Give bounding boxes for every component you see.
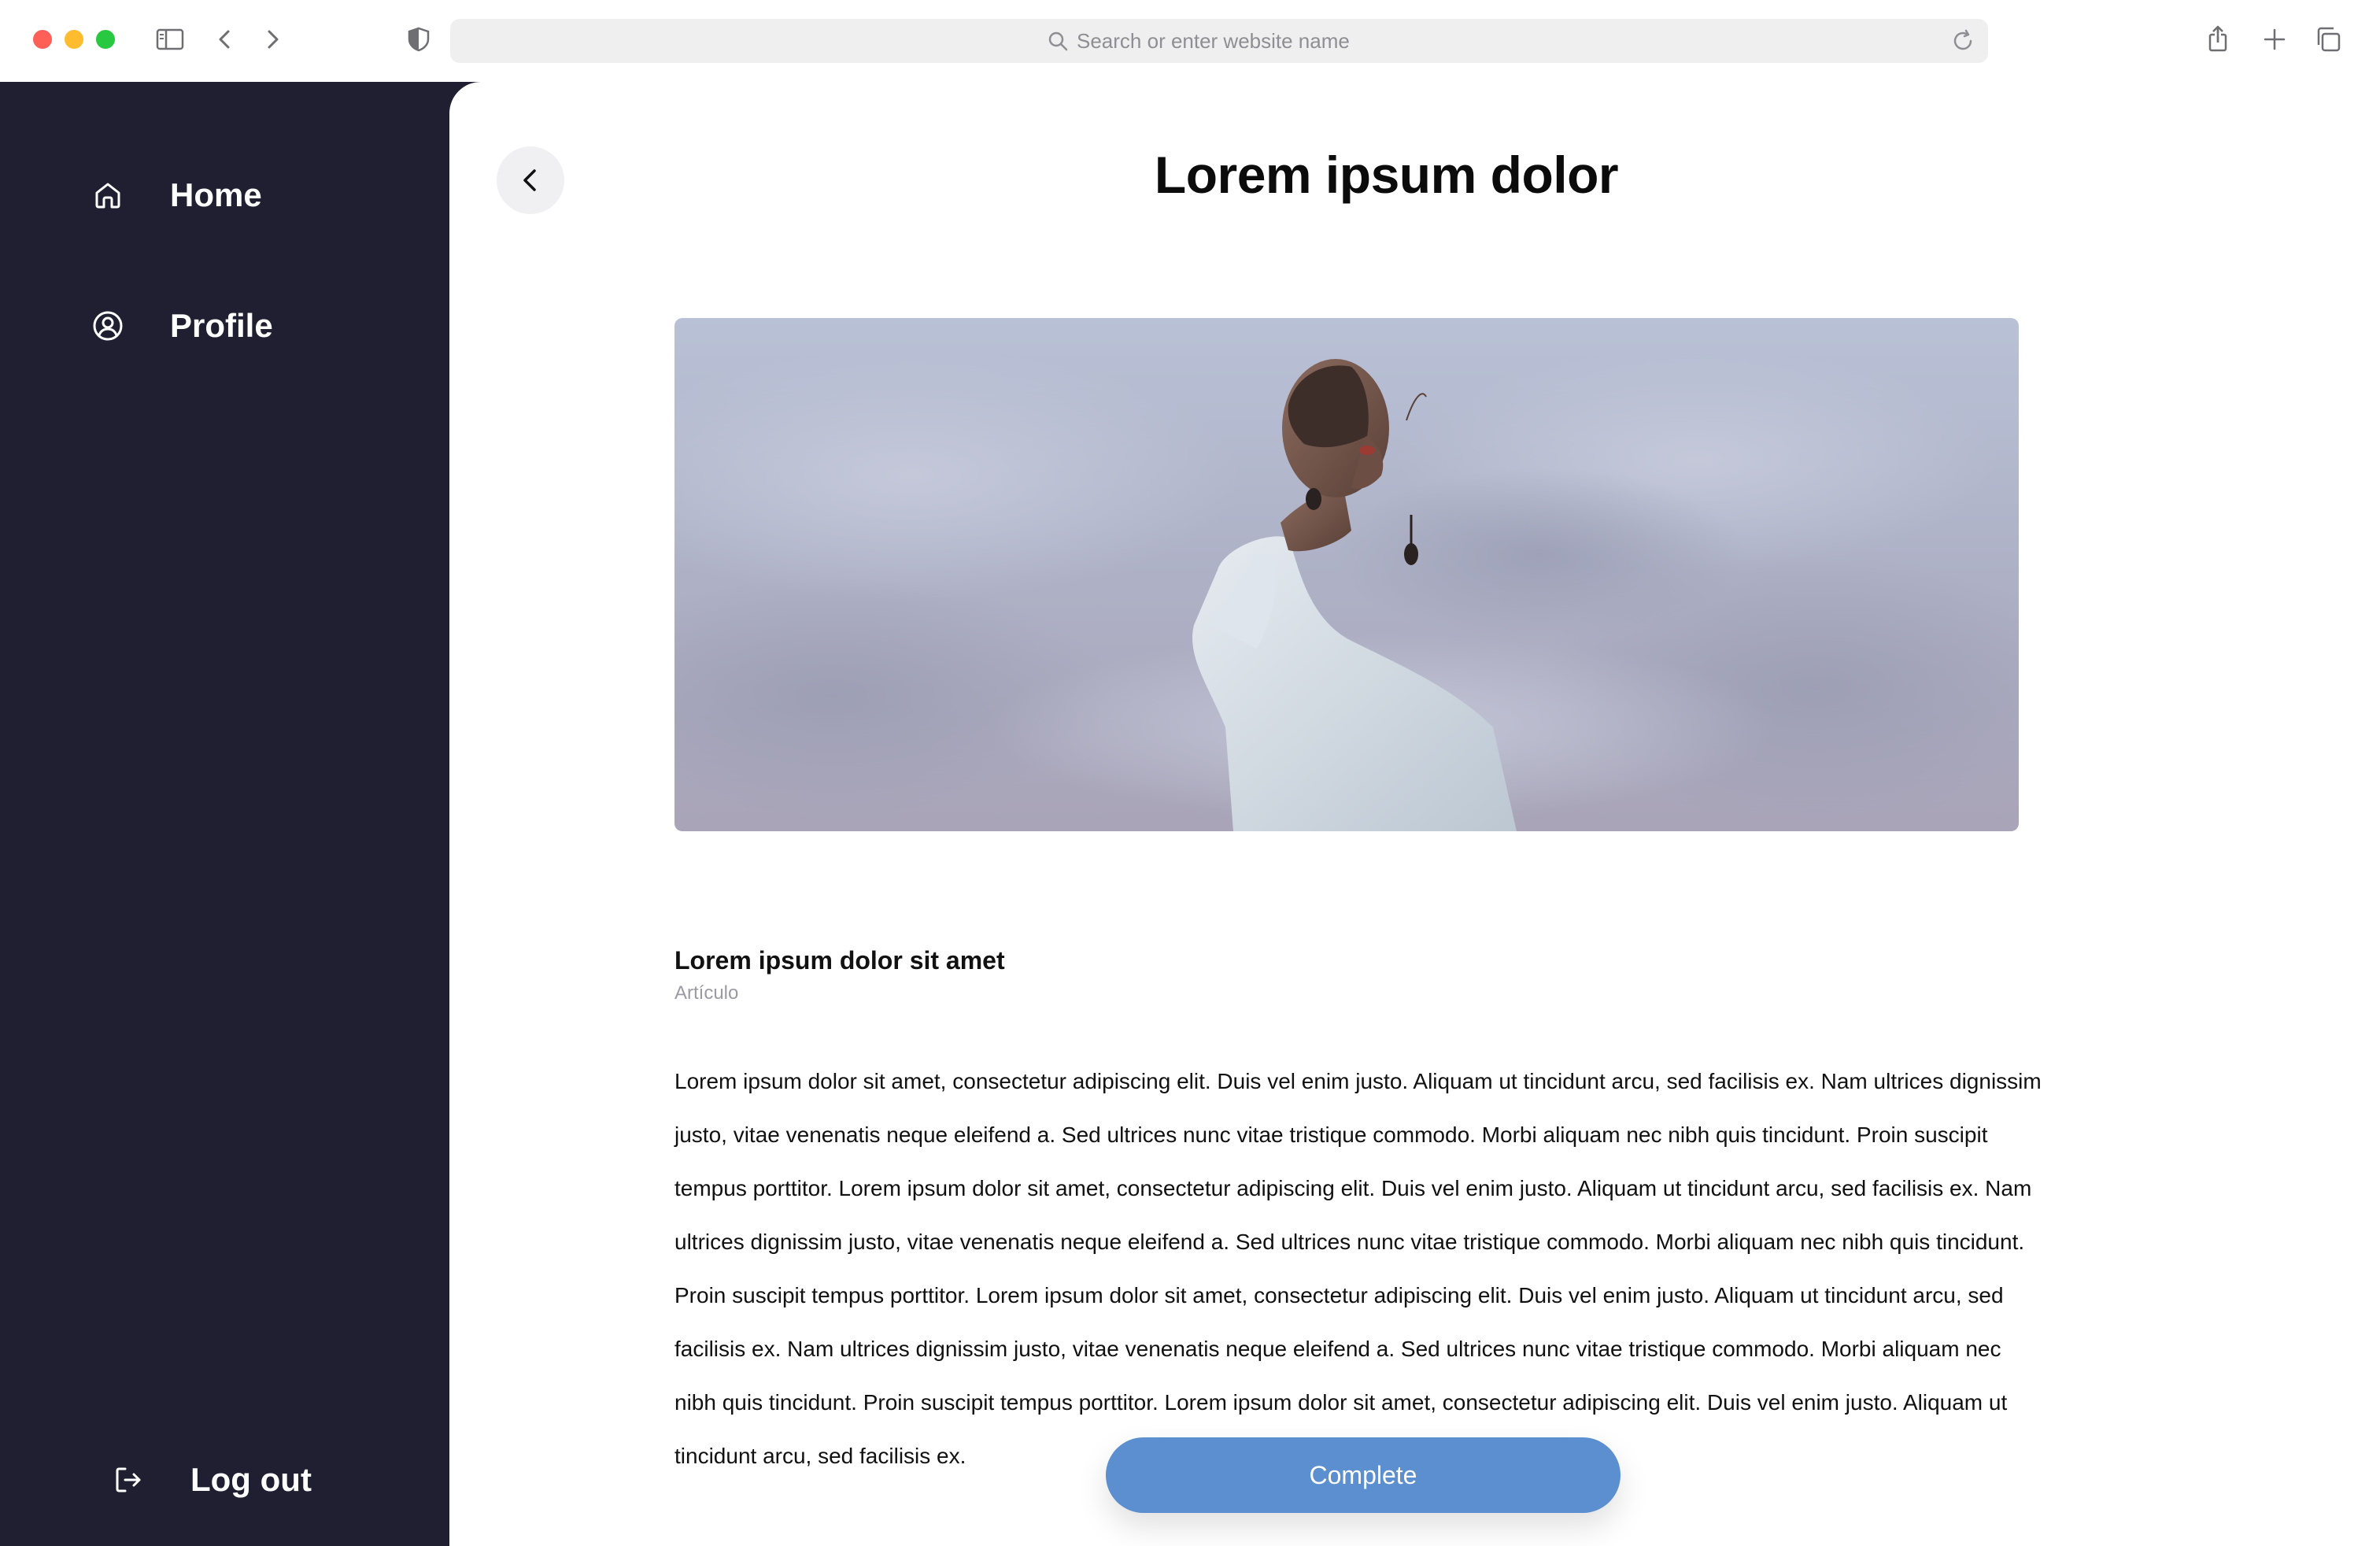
article-hero-image — [674, 318, 2019, 831]
article-body: Lorem ipsum dolor sit amet, consectetur … — [674, 1069, 2042, 1468]
sidebar-item-label: Profile — [170, 307, 273, 344]
user-circle-icon — [90, 308, 126, 344]
logout-icon — [110, 1462, 146, 1498]
address-input[interactable] — [1077, 28, 1391, 54]
reload-icon[interactable] — [1950, 28, 1975, 54]
sidebar: Home Profile Log out — [0, 82, 449, 1546]
article-type-label: Artículo — [674, 982, 739, 1004]
browser-toolbar — [0, 0, 2380, 82]
main-panel: Lorem ipsum dolor Lorem ipsum dolor sit … — [449, 82, 2380, 1546]
search-icon — [1048, 31, 1068, 51]
forward-nav-icon[interactable] — [257, 24, 288, 55]
page-title: Lorem ipsum dolor — [1154, 146, 1619, 204]
new-tab-icon[interactable] — [2259, 24, 2290, 55]
sidebar-item-label: Home — [170, 176, 262, 213]
minimize-window-button[interactable] — [65, 30, 83, 49]
back-nav-icon[interactable] — [209, 24, 241, 55]
share-icon[interactable] — [2202, 24, 2234, 55]
home-icon — [90, 177, 126, 213]
close-window-button[interactable] — [33, 30, 52, 49]
privacy-shield-icon[interactable] — [403, 24, 434, 55]
logout-label: Log out — [190, 1461, 312, 1498]
tab-overview-icon[interactable] — [2312, 24, 2344, 55]
address-bar[interactable] — [450, 19, 1988, 63]
article-title: Lorem ipsum dolor sit amet — [674, 946, 1005, 975]
sidebar-toggle-icon[interactable] — [154, 24, 186, 55]
sidebar-item-home[interactable]: Home — [90, 176, 262, 214]
complete-button[interactable]: Complete — [1106, 1437, 1621, 1513]
logout-button[interactable]: Log out — [110, 1461, 312, 1499]
maximize-window-button[interactable] — [96, 30, 115, 49]
sidebar-item-profile[interactable]: Profile — [90, 307, 273, 345]
